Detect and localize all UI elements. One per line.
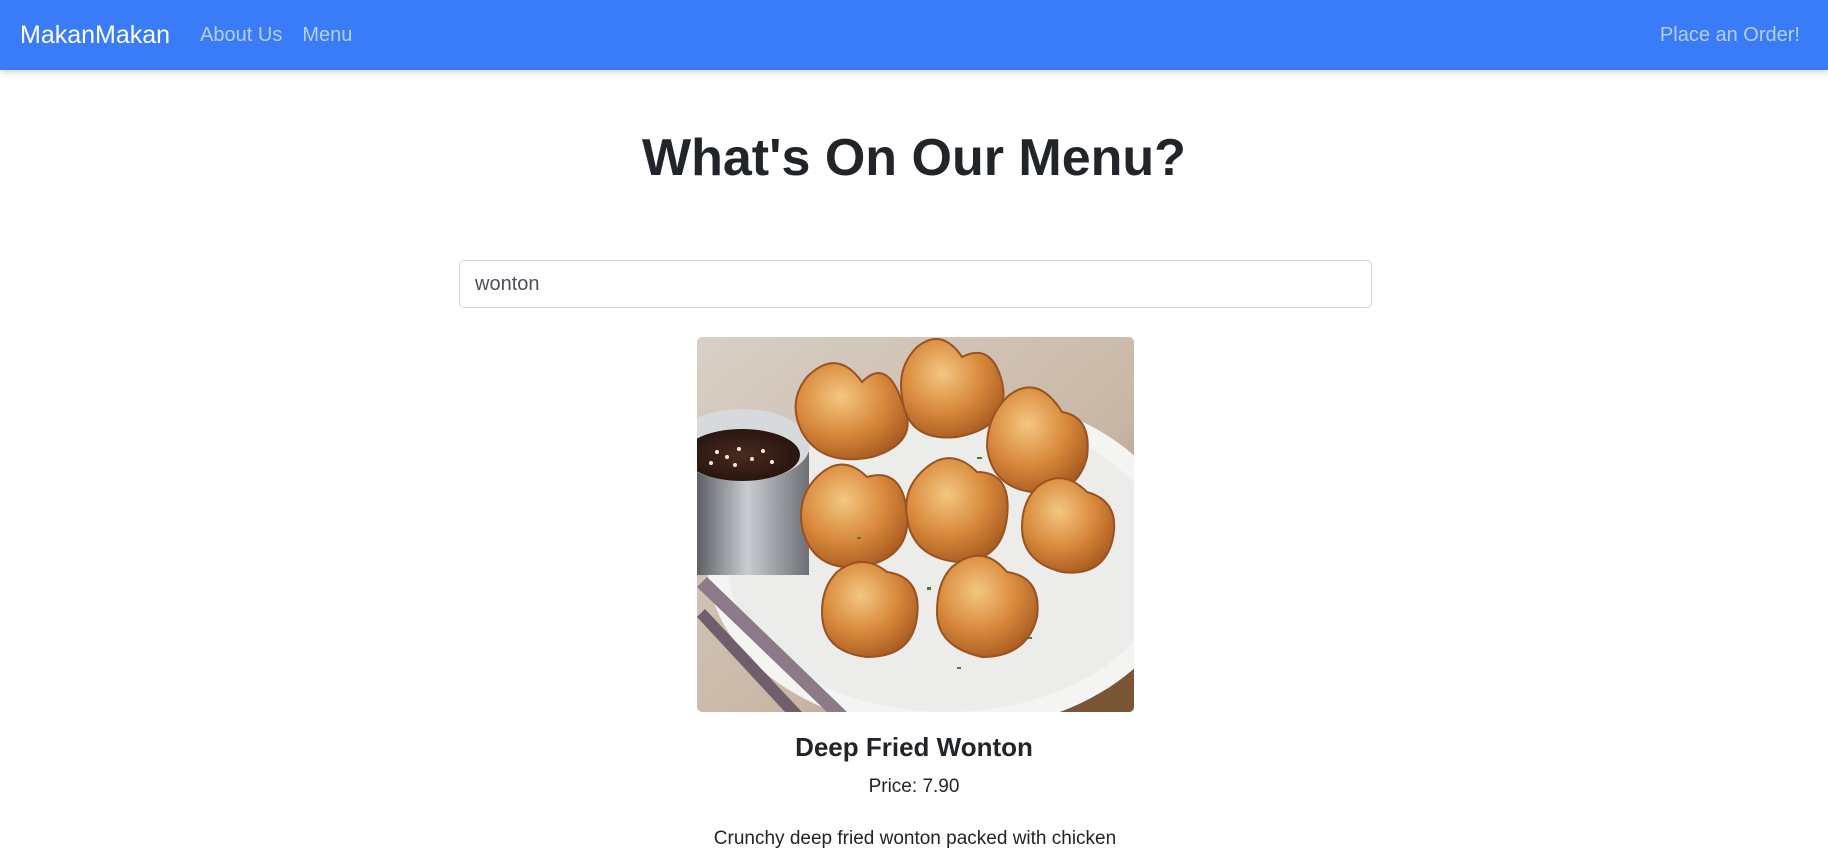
price-value: 7.90	[922, 776, 960, 797]
item-description: Crunchy deep fried wonton packed with ch…	[713, 828, 1117, 849]
item-name: Deep Fried Wonton	[795, 732, 1033, 762]
deep-fried-wonton-photo	[697, 337, 1134, 712]
nav-link-menu[interactable]: Menu	[302, 24, 352, 47]
nav-link-about-us[interactable]: About Us	[200, 24, 282, 47]
brand-logo[interactable]: MakanMakan	[20, 21, 170, 50]
item-price: Price: 7.90	[0, 776, 1828, 798]
navbar: MakanMakan About Us Menu Place an Order!	[0, 0, 1828, 70]
price-label: Price:	[868, 776, 918, 797]
place-order-link[interactable]: Place an Order!	[1660, 24, 1800, 47]
page-title: What's On Our Menu?	[642, 129, 1186, 187]
search-input[interactable]	[459, 260, 1372, 308]
